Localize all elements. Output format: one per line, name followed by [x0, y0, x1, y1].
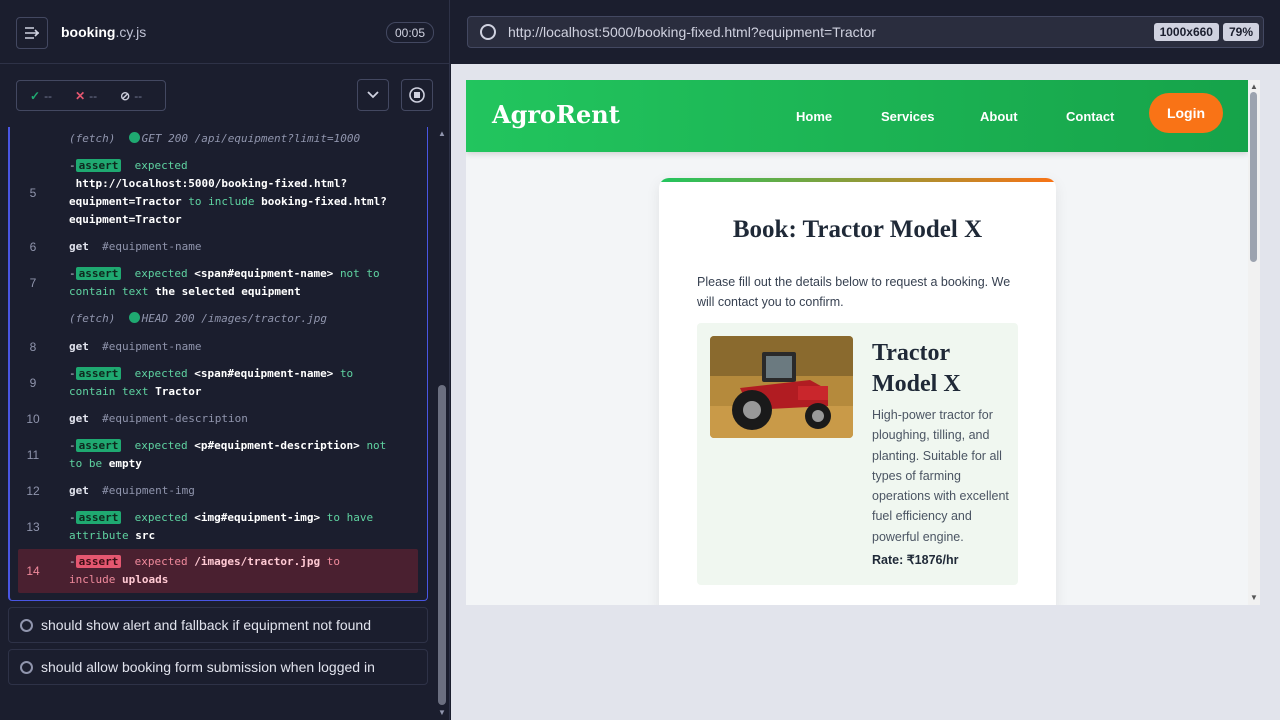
url-bar-area: http://localhost:5000/booking-fixed.html… — [451, 0, 1280, 64]
app-scrollbar[interactable]: ▲ ▼ — [1248, 80, 1260, 605]
command-row[interactable]: (fetch) HEAD 200 /images/tractor.jpg — [18, 310, 418, 328]
site-logo[interactable]: AgroRent — [492, 100, 620, 129]
nav-link-contact[interactable]: Contact — [1066, 109, 1114, 124]
command-row[interactable]: 9 - assert expected <span#equipment-name>… — [18, 365, 418, 401]
cypress-runner-panel: booking.cy.js 00:05 ✓ -- ✕ -- ⊘ -- (fetch) … — [0, 0, 450, 720]
pending-count: ⊘ -- — [120, 88, 143, 103]
page-title: Book: Tractor Model X — [732, 216, 983, 243]
equipment-details: Tractor Model X High-power tractor for p… — [697, 323, 1018, 585]
scroll-up-icon[interactable]: ▲ — [1249, 82, 1259, 91]
duration-timer: 00:05 — [386, 22, 434, 43]
passed-count: ✓ -- — [30, 88, 53, 103]
x-icon: ✕ — [75, 88, 86, 103]
command-row[interactable]: 8 get #equipment-name — [18, 338, 418, 356]
dropdown-button[interactable] — [357, 79, 389, 111]
command-row[interactable]: 5 - assert expected http://localhost:5000… — [18, 157, 418, 229]
scrollbar-thumb[interactable] — [1250, 92, 1257, 262]
chevron-down-icon — [367, 91, 379, 99]
aut-panel: http://localhost:5000/booking-fixed.html… — [451, 0, 1280, 720]
url-text[interactable]: http://localhost:5000/booking-fixed.html… — [508, 24, 1154, 40]
booking-card: Book: Tractor Model X Please fill out th… — [659, 178, 1056, 605]
globe-icon — [480, 24, 496, 40]
login-button[interactable]: Login — [1149, 93, 1223, 133]
command-row[interactable]: 7 - assert expected <span#equipment-name>… — [18, 265, 418, 301]
command-row[interactable]: (fetch) GET 200 /api/equipment?limit=100… — [18, 130, 418, 148]
pending-icon: ⊘ — [120, 88, 131, 103]
status-dot-icon — [128, 132, 140, 143]
test-stats: ✓ -- ✕ -- ⊘ -- — [16, 80, 166, 111]
spec-file-name: booking.cy.js — [61, 24, 147, 40]
scrollbar-thumb[interactable] — [438, 385, 446, 705]
nav-link-about[interactable]: About — [980, 109, 1018, 124]
test-item[interactable]: should show alert and fallback if equipm… — [8, 607, 428, 643]
viewport-size-badge: 1000x660 — [1153, 23, 1219, 41]
failed-command-row[interactable]: 14 - assert expected /images/tractor.jpg … — [18, 549, 418, 593]
pending-circle-icon — [20, 660, 33, 674]
command-row[interactable]: 10 get #equipment-description — [18, 410, 418, 428]
command-row[interactable]: 6 get #equipment-name — [18, 238, 418, 256]
nav-link-home[interactable]: Home — [796, 109, 832, 124]
check-icon: ✓ — [30, 88, 41, 103]
equipment-description: High-power tractor for ploughing, tillin… — [872, 408, 1009, 544]
stop-button[interactable] — [401, 79, 433, 111]
toggle-specs-button[interactable] — [16, 17, 48, 49]
command-log-scrollbar[interactable]: ▲ ▼ — [436, 127, 448, 720]
scroll-down-icon[interactable]: ▼ — [1249, 593, 1259, 602]
command-row[interactable]: 12 get #equipment-img — [18, 482, 418, 500]
test-item[interactable]: should allow booking form submission whe… — [8, 649, 428, 685]
nav-link-services[interactable]: Services — [881, 109, 935, 124]
command-row[interactable]: 11 - assert expected <p#equipment-descrip… — [18, 437, 418, 473]
site-navbar: AgroRent Home Services About Contact Log… — [466, 80, 1248, 152]
equipment-name: Tractor Model X — [872, 340, 961, 397]
equipment-rate: Rate: ₹1876/hr — [872, 553, 959, 567]
app-viewport: AgroRent Home Services About Contact Log… — [466, 80, 1260, 605]
sidebar-toggle-icon — [25, 27, 40, 39]
pending-circle-icon — [20, 618, 33, 632]
failed-count: ✕ -- — [75, 88, 98, 103]
command-row[interactable]: 13 - assert expected <img#equipment-img> … — [18, 509, 418, 545]
command-log: (fetch) GET 200 /api/equipment?limit=100… — [0, 127, 432, 720]
intro-text: Please fill out the details below to req… — [697, 275, 1011, 309]
stop-icon — [409, 87, 425, 103]
card-accent-bar — [659, 178, 1056, 182]
url-bar[interactable]: http://localhost:5000/booking-fixed.html… — [467, 16, 1264, 48]
zoom-badge: 79% — [1222, 23, 1259, 41]
equipment-image — [710, 336, 853, 438]
scroll-down-icon[interactable]: ▼ — [437, 709, 447, 717]
scroll-up-icon[interactable]: ▲ — [437, 130, 447, 138]
status-dot-icon — [128, 312, 140, 323]
runner-header: booking.cy.js 00:05 — [0, 0, 450, 64]
